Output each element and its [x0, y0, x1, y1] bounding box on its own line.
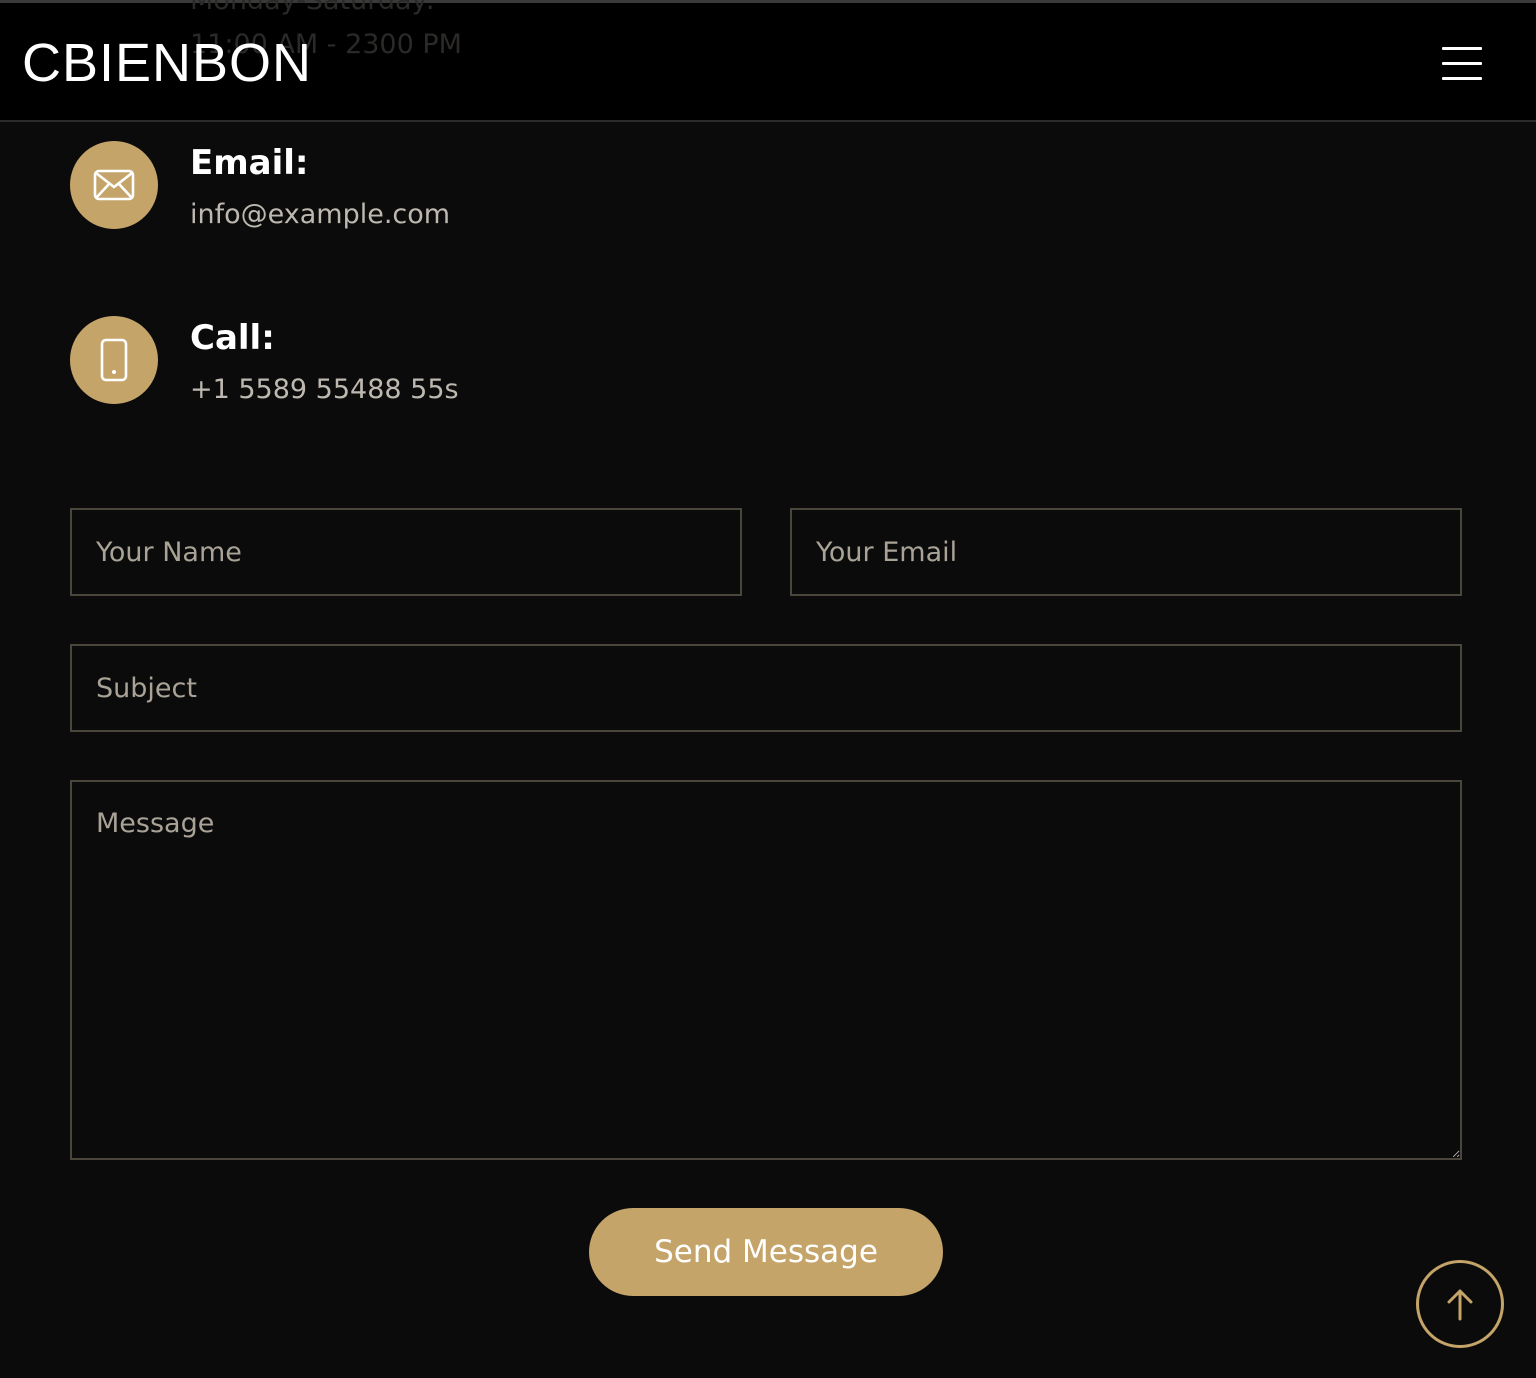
send-message-button[interactable]: Send Message	[589, 1208, 943, 1296]
subject-input[interactable]	[70, 644, 1462, 732]
envelope-icon	[70, 141, 158, 229]
phone-icon	[70, 316, 158, 404]
brand-logo[interactable]: CBIENBON	[22, 31, 312, 95]
email-title: Email:	[190, 143, 309, 183]
hamburger-menu-icon[interactable]	[1442, 47, 1482, 81]
name-input[interactable]	[70, 508, 742, 596]
message-textarea[interactable]	[70, 780, 1462, 1160]
hours-title: Monday-Saturday:	[190, 0, 435, 16]
email-value: info@example.com	[190, 199, 451, 230]
call-value: +1 5589 55488 55s	[190, 374, 459, 405]
arrow-up-icon	[1447, 1289, 1473, 1321]
page: Monday-Saturday: 11:00 AM - 2300 PM CBIE…	[0, 0, 1536, 1378]
site-header: Monday-Saturday: 11:00 AM - 2300 PM CBIE…	[0, 0, 1536, 122]
call-title: Call:	[190, 318, 275, 358]
back-to-top-button[interactable]	[1416, 1260, 1504, 1348]
email-input[interactable]	[790, 508, 1462, 596]
